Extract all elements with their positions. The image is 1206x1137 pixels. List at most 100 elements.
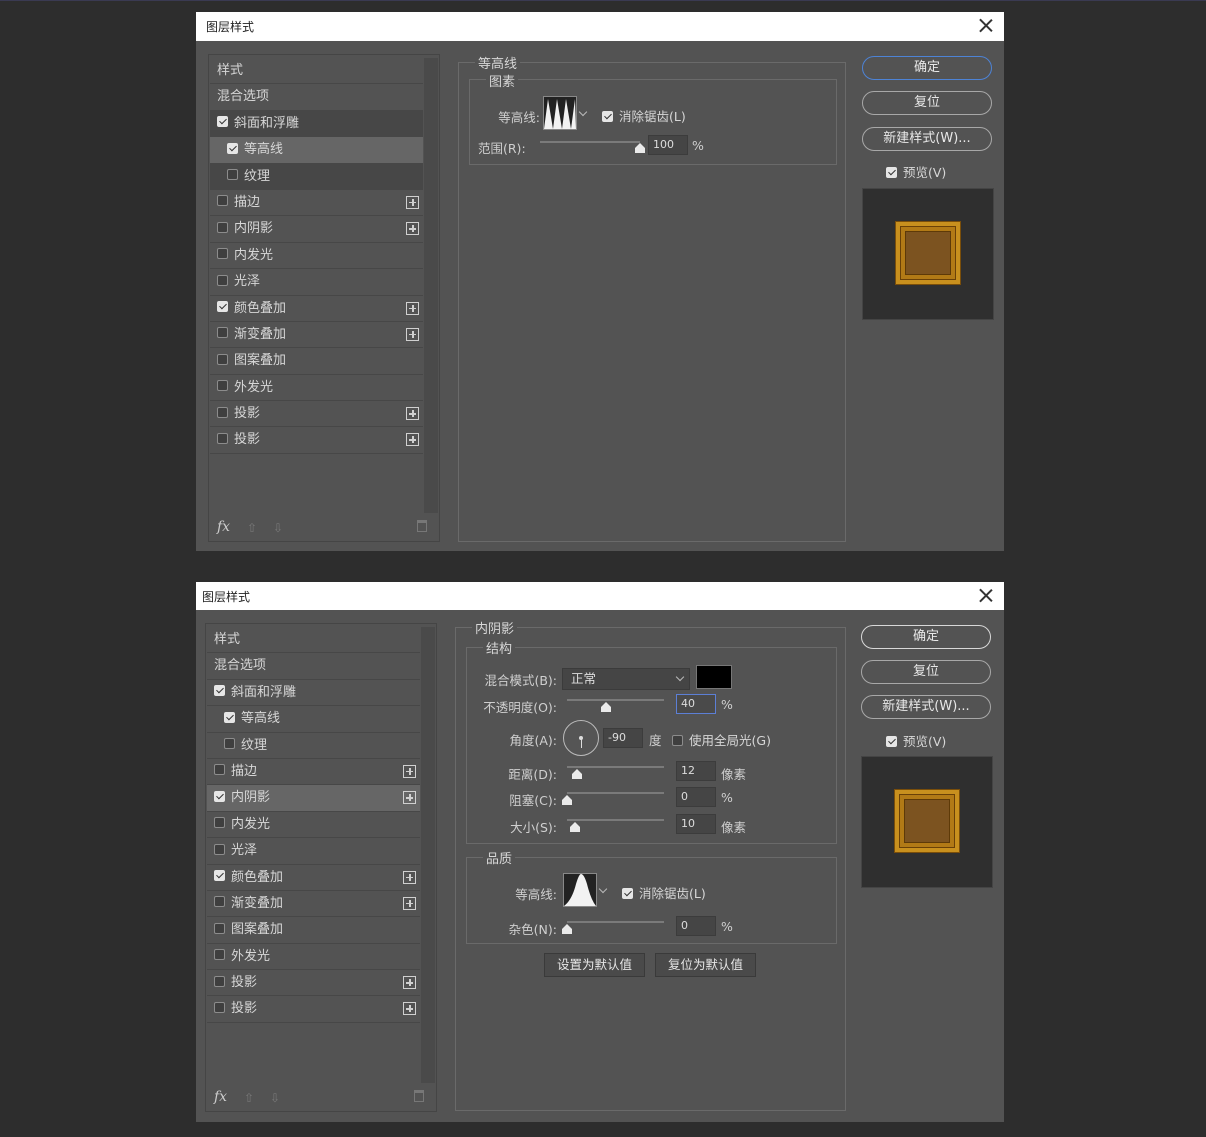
style-item[interactable]: 颜色叠加	[210, 296, 423, 322]
style-item-checkbox[interactable]	[214, 685, 225, 697]
style-item-checkbox[interactable]	[214, 790, 225, 802]
reset-default-button[interactable]: 复位为默认值	[655, 953, 756, 977]
style-item-checkbox[interactable]	[214, 922, 225, 934]
style-item-checkbox[interactable]	[214, 817, 225, 829]
style-item[interactable]: 描边	[207, 759, 420, 786]
add-effect-icon[interactable]	[403, 791, 416, 805]
choke-slider-track[interactable]	[567, 792, 664, 794]
size-input[interactable]: 10	[676, 814, 716, 834]
noise-slider-thumb[interactable]	[562, 924, 572, 934]
style-item-checkbox[interactable]	[227, 169, 238, 181]
style-item[interactable]: 外发光	[207, 944, 420, 971]
style-item-checkbox[interactable]	[214, 975, 225, 987]
style-item-checkbox[interactable]	[227, 142, 238, 154]
style-item-checkbox[interactable]	[217, 380, 228, 392]
styles-list-scrollbar[interactable]	[424, 58, 438, 513]
size-slider-thumb[interactable]	[569, 822, 580, 832]
antialias-check-icon[interactable]	[602, 110, 613, 122]
trash-icon[interactable]	[414, 1090, 424, 1102]
add-effect-icon[interactable]	[403, 870, 416, 884]
new-style-button[interactable]: 新建样式(W)...	[861, 695, 991, 719]
style-item[interactable]: 投影	[210, 401, 423, 428]
style-item-checkbox[interactable]	[214, 896, 225, 908]
move-down-icon[interactable]: ⇩	[273, 521, 285, 535]
style-item[interactable]: 投影	[207, 996, 420, 1023]
style-item[interactable]: 光泽	[207, 838, 420, 865]
style-item[interactable]: 纹理	[210, 163, 423, 190]
preview-checkbox[interactable]: 预览(V)	[886, 731, 946, 750]
style-item[interactable]: 外发光	[210, 375, 423, 402]
opacity-input[interactable]: 40	[676, 694, 716, 714]
add-effect-icon[interactable]	[406, 433, 419, 447]
range-input[interactable]: 100	[648, 135, 688, 155]
style-item-checkbox[interactable]	[214, 949, 225, 961]
choke-slider-thumb[interactable]	[562, 795, 572, 805]
opacity-slider-thumb[interactable]	[600, 702, 611, 712]
style-item-checkbox[interactable]	[217, 248, 228, 260]
make-default-button[interactable]: 设置为默认值	[544, 953, 645, 977]
style-item[interactable]: 纹理	[207, 733, 420, 759]
style-item-checkbox[interactable]	[217, 221, 228, 233]
style-item-checkbox[interactable]	[217, 195, 228, 207]
style-item[interactable]: 投影	[210, 427, 423, 454]
distance-slider-thumb[interactable]	[571, 769, 582, 779]
style-item-checkbox[interactable]	[224, 738, 235, 750]
antialias-checkbox[interactable]: 消除锯齿(L)	[602, 106, 686, 125]
style-item[interactable]: 混合选项	[210, 84, 423, 111]
preview-checkbox[interactable]: 预览(V)	[886, 162, 946, 181]
contour-dropdown-icon[interactable]	[598, 873, 609, 907]
style-item[interactable]: 投影	[207, 970, 420, 997]
reset-button[interactable]: 复位	[861, 660, 991, 684]
style-item-checkbox[interactable]	[214, 764, 225, 776]
new-style-button[interactable]: 新建样式(W)...	[862, 127, 992, 151]
contour-thumbnail[interactable]	[543, 96, 577, 130]
contour-dropdown-icon[interactable]	[578, 96, 589, 130]
choke-input[interactable]: 0	[676, 787, 716, 807]
style-item[interactable]: 描边	[210, 190, 423, 217]
style-item-checkbox[interactable]	[217, 116, 228, 128]
global-light-checkbox[interactable]: 使用全局光(G)	[672, 730, 771, 749]
reset-button[interactable]: 复位	[862, 91, 992, 115]
style-item[interactable]: 混合选项	[207, 653, 420, 680]
style-item[interactable]: 斜面和浮雕	[207, 680, 420, 707]
style-item-checkbox[interactable]	[224, 711, 235, 723]
noise-input[interactable]: 0	[676, 916, 716, 936]
add-effect-icon[interactable]	[406, 222, 419, 236]
style-item-checkbox[interactable]	[214, 1001, 225, 1013]
style-item[interactable]: 光泽	[210, 269, 423, 296]
close-icon[interactable]	[976, 16, 996, 36]
angle-dial[interactable]	[563, 720, 599, 756]
style-item[interactable]: 等高线	[210, 137, 423, 164]
style-item[interactable]: 样式	[210, 58, 423, 85]
distance-slider-track[interactable]	[567, 766, 664, 768]
style-item-checkbox[interactable]	[214, 870, 225, 882]
antialias-checkbox[interactable]: 消除锯齿(L)	[622, 883, 706, 902]
contour-thumbnail[interactable]	[563, 873, 597, 907]
preview-check-icon[interactable]	[886, 735, 897, 747]
style-item[interactable]: 图案叠加	[210, 348, 423, 375]
distance-input[interactable]: 12	[676, 761, 716, 781]
ok-button[interactable]: 确定	[861, 625, 991, 649]
style-item[interactable]: 等高线	[207, 706, 420, 733]
add-effect-icon[interactable]	[403, 1002, 416, 1016]
style-item-checkbox[interactable]	[217, 406, 228, 418]
style-item[interactable]: 内阴影	[207, 785, 420, 812]
style-item[interactable]: 内阴影	[210, 216, 423, 243]
range-slider-track[interactable]	[540, 141, 640, 143]
range-slider-thumb[interactable]	[635, 143, 645, 153]
fx-icon[interactable]: fx	[214, 1089, 227, 1105]
style-item[interactable]: 渐变叠加	[207, 891, 420, 918]
close-icon[interactable]	[976, 586, 996, 606]
global-light-check-icon[interactable]	[672, 734, 683, 746]
add-effect-icon[interactable]	[403, 764, 416, 778]
style-item[interactable]: 样式	[207, 627, 420, 654]
style-item-checkbox[interactable]	[214, 843, 225, 855]
move-up-icon[interactable]: ⇧	[247, 521, 259, 535]
add-effect-icon[interactable]	[403, 896, 416, 910]
style-item[interactable]: 内发光	[210, 243, 423, 270]
move-up-icon[interactable]: ⇧	[244, 1091, 256, 1105]
trash-icon[interactable]	[417, 520, 427, 532]
style-item[interactable]: 内发光	[207, 812, 420, 839]
style-item-checkbox[interactable]	[217, 301, 228, 313]
size-slider-track[interactable]	[567, 819, 664, 821]
